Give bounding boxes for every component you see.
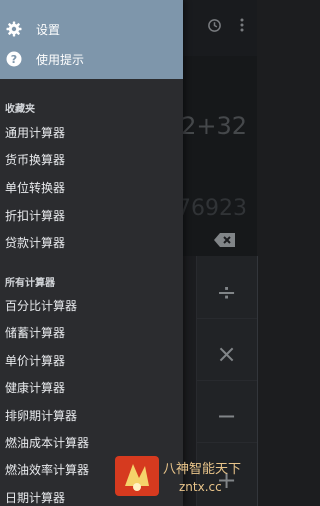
watermark-title: 八神智能天下 (163, 462, 242, 477)
all-calculators-section-title: 所有计算器 (5, 278, 55, 289)
calculator-item[interactable]: 百分比计算器 (0, 292, 183, 318)
nav-item-label: 单价计算器 (5, 354, 66, 368)
favorite-item[interactable]: 货币换算器 (0, 146, 183, 172)
help-label: 使用提示 (36, 52, 85, 67)
settings-item[interactable]: 设置 (0, 15, 183, 43)
calculator-item[interactable]: 储蓄计算器 (0, 319, 183, 345)
svg-text:?: ? (11, 53, 17, 66)
calculator-item[interactable]: 单价计算器 (0, 347, 183, 373)
nav-item-label: 燃油效率计算器 (5, 463, 90, 477)
nav-item-label: 健康计算器 (5, 381, 66, 395)
navigation-drawer: 设置 ? 使用提示 收藏夹 通用计算器 货币换算器 单位转换器 折扣计算器 贷款… (0, 0, 183, 506)
settings-label: 设置 (36, 22, 61, 37)
watermark-badge-icon (115, 456, 159, 496)
gear-icon (6, 21, 22, 37)
watermark-logo: 八神智能天下 zntx.cc (113, 454, 257, 502)
calculator-item[interactable]: 燃油成本计算器 (0, 429, 183, 455)
calculator-item[interactable]: 健康计算器 (0, 374, 183, 400)
nav-item-label: 储蓄计算器 (5, 326, 66, 340)
favorite-item[interactable]: 贷款计算器 (0, 229, 183, 255)
watermark-url: zntx.cc (179, 480, 222, 494)
favorite-item[interactable]: 通用计算器 (0, 119, 183, 145)
calculator-item[interactable]: 排卵期计算器 (0, 402, 183, 428)
nav-item-label: 通用计算器 (5, 126, 66, 140)
help-circle-icon: ? (6, 51, 22, 67)
nav-item-label: 燃油成本计算器 (5, 436, 90, 450)
nav-item-label: 单位转换器 (5, 181, 66, 195)
nav-item-label: 折扣计算器 (5, 209, 66, 223)
nav-item-label: 货币换算器 (5, 153, 66, 167)
nav-item-label: 日期计算器 (5, 491, 66, 505)
nav-item-label: 排卵期计算器 (5, 409, 78, 423)
favorite-item[interactable]: 折扣计算器 (0, 202, 183, 228)
favorite-item[interactable]: 单位转换器 (0, 174, 183, 200)
favorites-section-title: 收藏夹 (5, 104, 35, 115)
nav-item-label: 贷款计算器 (5, 236, 66, 250)
help-item[interactable]: ? 使用提示 (0, 45, 183, 73)
drawer-header: 设置 ? 使用提示 (0, 0, 183, 79)
nav-item-label: 百分比计算器 (5, 299, 78, 313)
